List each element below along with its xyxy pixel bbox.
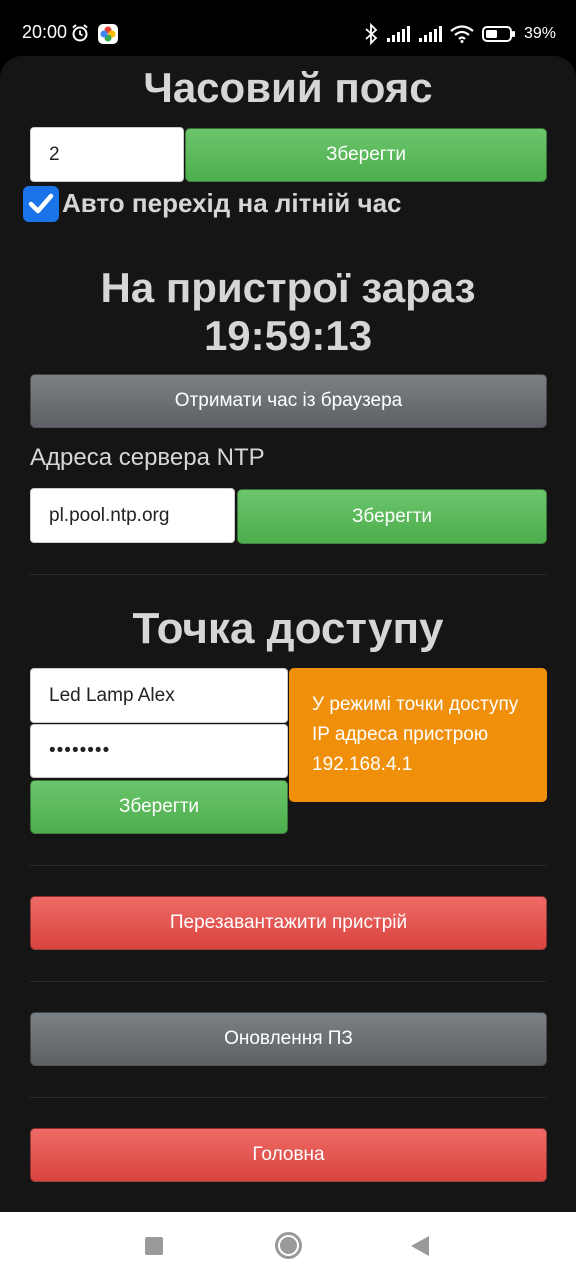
ap-password-input[interactable]: •••••••• [30, 724, 288, 778]
divider [30, 574, 546, 575]
access-point-title: Точка доступу [132, 604, 444, 653]
restart-device-button[interactable]: Перезавантажити пристрій [30, 896, 547, 950]
app-notification-icon [98, 24, 118, 44]
divider [30, 865, 546, 866]
get-browser-time-button[interactable]: Отримати час із браузера [30, 374, 547, 428]
signal-icon [386, 26, 410, 42]
checkmark-icon [28, 193, 54, 214]
ntp-label: Адреса сервера NTP [30, 444, 265, 471]
home-button[interactable]: Головна [30, 1128, 547, 1182]
ap-info-box: У режимі точки доступу IP адреса пристро… [289, 668, 547, 802]
firmware-update-button[interactable]: Оновлення ПЗ [30, 1012, 547, 1066]
device-time-title: На пристрої зараз [100, 264, 476, 311]
wifi-icon [450, 25, 474, 43]
status-time: 20:00 [22, 22, 68, 42]
timezone-title: Часовий пояс [143, 64, 433, 111]
dst-label: Авто перехід на літній час [62, 188, 402, 218]
timezone-save-button[interactable]: Зберегти [185, 128, 547, 182]
back-icon[interactable] [411, 1236, 429, 1256]
divider [30, 1097, 546, 1098]
device-time-value: 19:59:13 [203, 312, 373, 359]
status-icons: 39% [364, 22, 556, 46]
home-nav-icon[interactable] [275, 1232, 302, 1259]
battery-icon [481, 26, 515, 42]
system-nav-bar [0, 1212, 576, 1280]
bluetooth-icon [365, 23, 378, 45]
ntp-server-input[interactable]: pl.pool.ntp.org [30, 488, 235, 543]
divider [30, 981, 546, 982]
battery-percent: 39% [523, 25, 556, 42]
recents-icon[interactable] [145, 1237, 163, 1255]
signal-icon [418, 26, 442, 42]
ap-save-button[interactable]: Зберегти [30, 780, 288, 834]
timezone-input[interactable]: 2 [30, 127, 184, 182]
dst-checkbox[interactable] [23, 186, 59, 222]
ntp-save-button[interactable]: Зберегти [237, 489, 547, 544]
alarm-icon [72, 24, 88, 42]
ap-ssid-input[interactable]: Led Lamp Alex [30, 668, 288, 723]
